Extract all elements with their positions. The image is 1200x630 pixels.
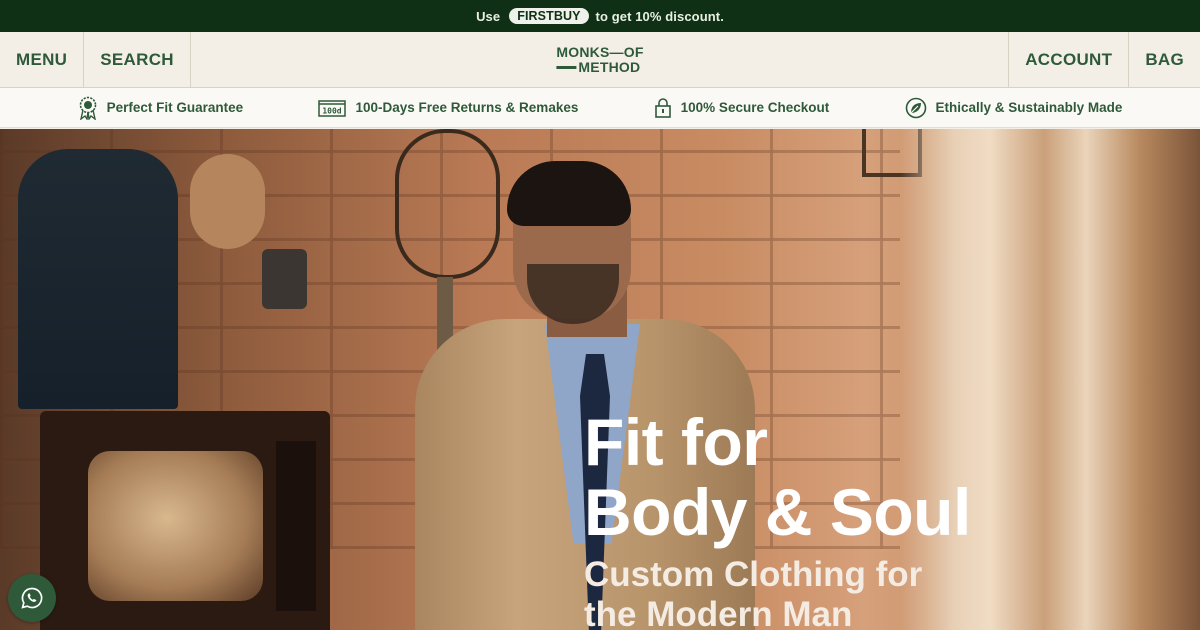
usp-label-returns: 100-Days Free Returns & Remakes xyxy=(355,100,579,115)
announcement-bar: Use FIRSTBUY to get 10% discount. xyxy=(0,0,1200,32)
hero-camera-image xyxy=(262,249,307,309)
usp-item-ethical: Ethically & Sustainably Made xyxy=(905,97,1123,119)
leaf-icon xyxy=(905,97,926,118)
rosette-icon xyxy=(79,96,96,120)
hero-tv-screen xyxy=(88,451,263,601)
whatsapp-icon xyxy=(21,587,43,609)
model-hair xyxy=(507,161,631,226)
brand-logo[interactable]: MONKS—OF METHOD xyxy=(556,43,644,75)
usp-label-ethical: Ethically & Sustainably Made xyxy=(935,100,1123,115)
hero-text-block: Fit for Body & Soul Custom Clothing for … xyxy=(584,407,971,630)
usp-label-fit: Perfect Fit Guarantee xyxy=(106,100,244,115)
logo-line-1: MONKS—OF xyxy=(556,43,644,60)
hero-title-line-1: Fit for xyxy=(584,405,768,479)
search-button[interactable]: SEARCH xyxy=(84,32,191,87)
usp-item-returns: 100d 100-Days Free Returns & Remakes xyxy=(318,99,578,117)
bag-button[interactable]: BAG xyxy=(1128,32,1200,87)
site-header: MENU SEARCH MONKS—OF METHOD ACCOUNT BAG xyxy=(0,32,1200,88)
logo-line-2-wrap: METHOD xyxy=(556,58,643,75)
hero-subtitle: Custom Clothing for the Modern Man xyxy=(584,555,971,630)
announcement-prefix: Use xyxy=(476,8,501,24)
discount-code-badge: FIRSTBUY xyxy=(509,8,589,24)
logo-line-2: METHOD xyxy=(578,58,641,75)
hero-title: Fit for Body & Soul xyxy=(584,407,971,547)
hero-subtitle-line-2: the Modern Man xyxy=(584,595,853,630)
hero-tv-image xyxy=(40,411,330,630)
account-button[interactable]: ACCOUNT xyxy=(1008,32,1128,87)
usp-item-fit: Perfect Fit Guarantee xyxy=(78,96,244,120)
hero-cap-image xyxy=(190,154,265,249)
usp-bar: Perfect Fit Guarantee 100d 100-Days Free… xyxy=(0,88,1200,128)
announcement-suffix: to get 10% discount. xyxy=(595,8,724,24)
100d-returns-icon: 100d xyxy=(318,99,347,117)
lock-icon xyxy=(654,97,671,118)
returns-badge-text: 100d xyxy=(323,106,342,115)
usp-label-checkout: 100% Secure Checkout xyxy=(680,100,830,115)
whatsapp-button[interactable] xyxy=(8,574,56,622)
usp-item-checkout: 100% Secure Checkout xyxy=(654,97,830,118)
hero-tv-panel xyxy=(276,441,316,611)
hero-coat-image xyxy=(18,149,178,409)
hero-banner[interactable]: Fit for Body & Soul Custom Clothing for … xyxy=(0,129,1200,630)
menu-button[interactable]: MENU xyxy=(0,32,85,87)
hero-subtitle-line-1: Custom Clothing for xyxy=(584,555,923,594)
hero-title-line-2: Body & Soul xyxy=(584,475,971,549)
logo-dash xyxy=(556,66,577,70)
